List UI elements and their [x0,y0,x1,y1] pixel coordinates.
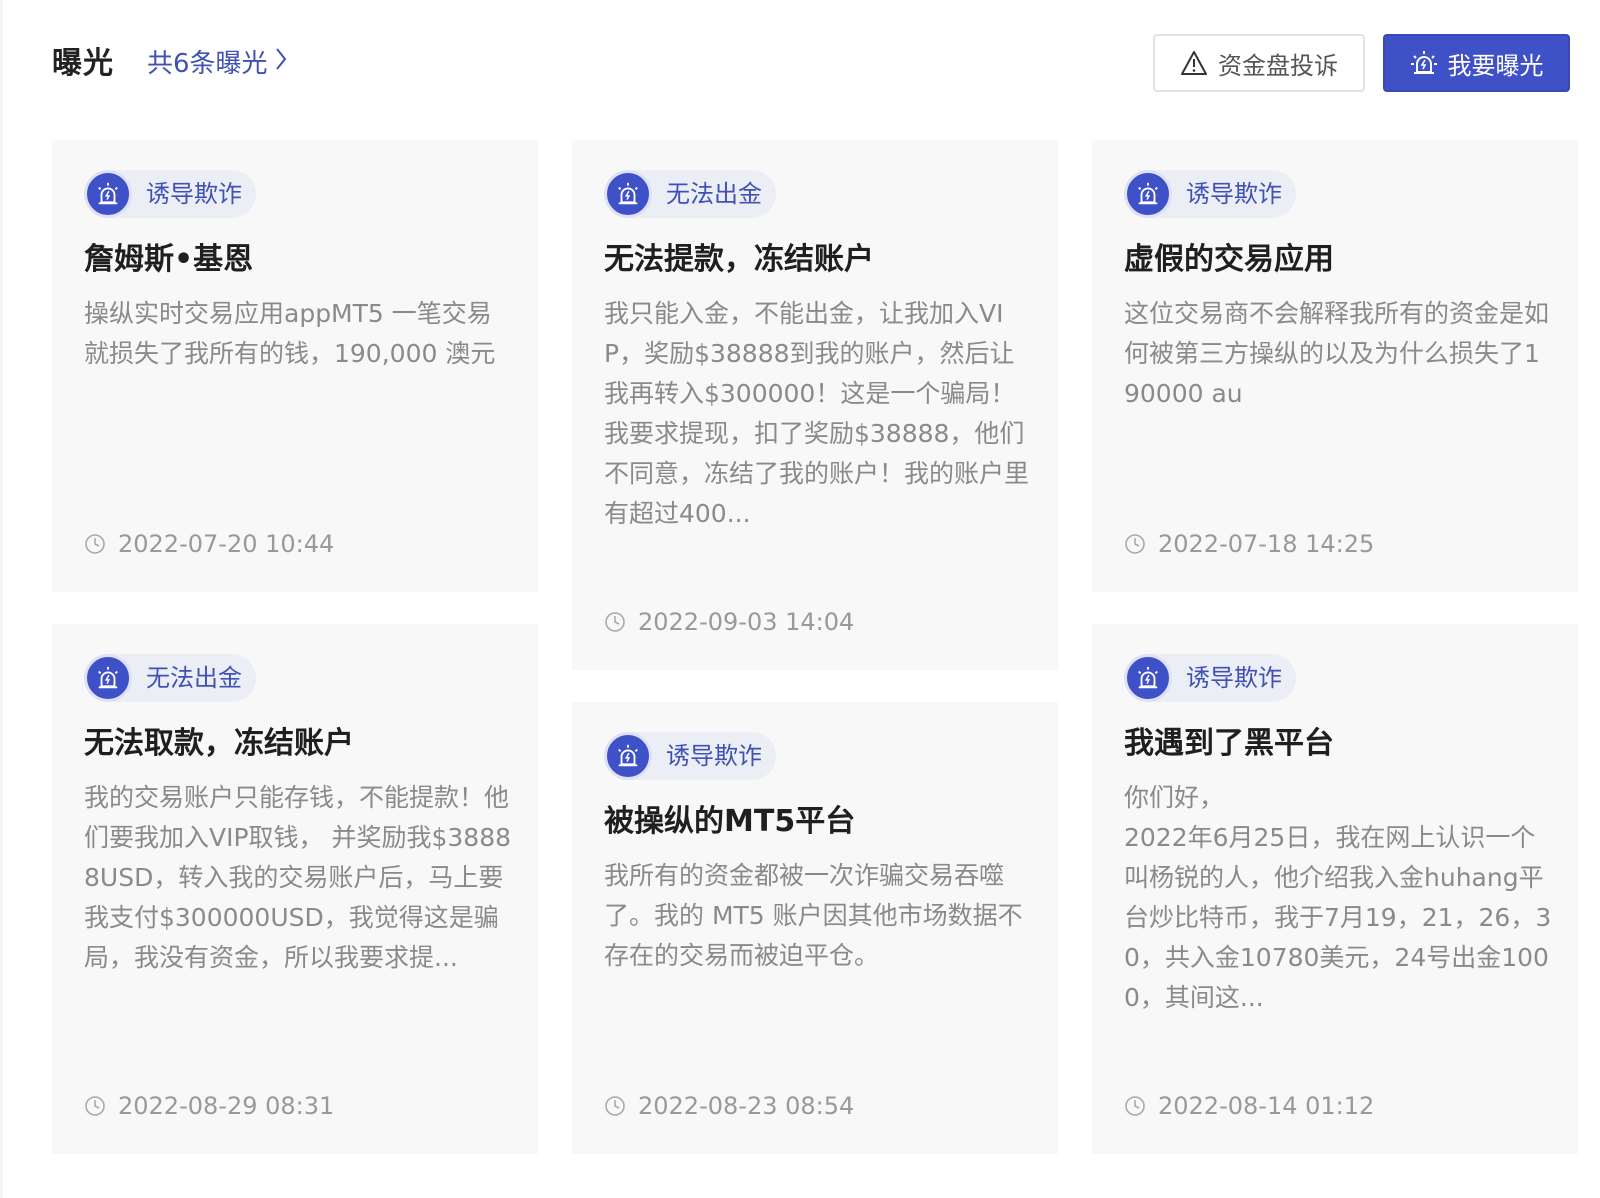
category-label: 无法出金 [666,180,762,208]
siren-icon [1410,49,1438,77]
card-title: 无法取款，冻结账户 [84,726,354,761]
category-tag: 诱导欺诈 [1124,170,1296,218]
siren-icon [84,170,132,218]
timestamp-text: 2022-07-20 10:44 [118,530,335,558]
category-tag: 诱导欺诈 [1124,654,1296,702]
category-label: 诱导欺诈 [666,742,762,770]
clock-icon [1124,1095,1146,1117]
clock-icon [604,1095,626,1117]
category-label: 诱导欺诈 [146,180,242,208]
exposure-card[interactable]: 无法出金 无法取款，冻结账户 我的交易账户只能存钱，不能提款！他们要我加入VIP… [52,624,538,1154]
clock-icon [604,611,626,633]
timestamp-text: 2022-09-03 14:04 [638,608,855,636]
category-label: 诱导欺诈 [1186,664,1282,692]
category-tag: 无法出金 [84,654,256,702]
exposure-count-link[interactable]: 共6条曝光 [147,42,288,86]
timestamp-text: 2022-08-23 08:54 [638,1092,855,1120]
siren-icon [604,732,652,780]
siren-icon [1124,170,1172,218]
card-timestamp: 2022-08-23 08:54 [604,1090,854,1122]
card-body: 我只能入金，不能出金，让我加入VIP，奖励$38888到我的账户，然后让我再转入… [604,299,1030,528]
card-body: 你们好， 2022年6月25日，我在网上认识一个叫杨锐的人，他介绍我入金huha… [1124,783,1552,1012]
card-title: 被操纵的MT5平台 [604,804,856,839]
card-body: 这位交易商不会解释我所有的资金是如何被第三方操纵的以及为什么损失了190000 … [1124,299,1550,408]
siren-icon [1124,654,1172,702]
card-body: 操纵实时交易应用appMT5 一笔交易就损失了我所有的钱，190,000 澳元 [84,299,496,368]
card-timestamp: 2022-07-18 14:25 [1124,528,1374,560]
timestamp-text: 2022-08-29 08:31 [118,1092,335,1120]
clock-icon [84,1095,106,1117]
clock-icon [84,533,106,555]
exposure-card[interactable]: 无法出金 无法提款，冻结账户 我只能入金，不能出金，让我加入VIP，奖励$388… [572,140,1058,670]
exposure-count-label: 共6条曝光 [147,49,268,79]
card-timestamp: 2022-07-20 10:44 [84,528,334,560]
card-timestamp: 2022-08-29 08:31 [84,1090,334,1122]
card-timestamp: 2022-09-03 14:04 [604,606,854,638]
exposure-card[interactable]: 诱导欺诈 我遇到了黑平台 你们好， 2022年6月25日，我在网上认识一个叫杨锐… [1092,624,1578,1154]
chevron-right-icon [268,42,288,86]
exposure-card[interactable]: 诱导欺诈 詹姆斯•基恩 操纵实时交易应用appMT5 一笔交易就损失了我所有的钱… [52,140,538,592]
card-title: 虚假的交易应用 [1124,242,1334,277]
complaint-button[interactable]: 资金盘投诉 [1153,34,1365,92]
timestamp-text: 2022-08-14 01:12 [1158,1092,1375,1120]
category-tag: 诱导欺诈 [604,732,776,780]
siren-icon [604,170,652,218]
siren-icon [84,654,132,702]
timestamp-text: 2022-07-18 14:25 [1158,530,1375,558]
category-tag: 诱导欺诈 [84,170,256,218]
card-timestamp: 2022-08-14 01:12 [1124,1090,1374,1122]
category-label: 无法出金 [146,664,242,692]
card-title: 詹姆斯•基恩 [84,242,254,277]
complaint-button-label: 资金盘投诉 [1218,51,1338,80]
card-title: 无法提款，冻结账户 [604,242,874,277]
exposure-page: 曝光 共6条曝光 资金盘投诉 我要曝光 诱导欺诈 詹姆斯•基恩 操纵实时交易应用… [0,0,1600,1198]
exposure-card[interactable]: 诱导欺诈 虚假的交易应用 这位交易商不会解释我所有的资金是如何被第三方操纵的以及… [1092,140,1578,592]
expose-button-label: 我要曝光 [1447,51,1544,80]
expose-button[interactable]: 我要曝光 [1383,34,1570,92]
clock-icon [1124,533,1146,555]
card-body: 我的交易账户只能存钱，不能提款！他们要我加入VIP取钱， 并奖励我$38888U… [84,783,512,972]
category-label: 诱导欺诈 [1186,180,1282,208]
left-border [0,0,3,1198]
exposure-card[interactable]: 诱导欺诈 被操纵的MT5平台 我所有的资金都被一次诈骗交易吞噬了。我的 MT5 … [572,702,1058,1154]
page-title: 曝光 [52,46,114,81]
card-title: 我遇到了黑平台 [1124,726,1334,761]
warning-icon [1180,50,1208,76]
card-body: 我所有的资金都被一次诈骗交易吞噬了。我的 MT5 账户因其他市场数据不存在的交易… [604,861,1023,970]
category-tag: 无法出金 [604,170,776,218]
